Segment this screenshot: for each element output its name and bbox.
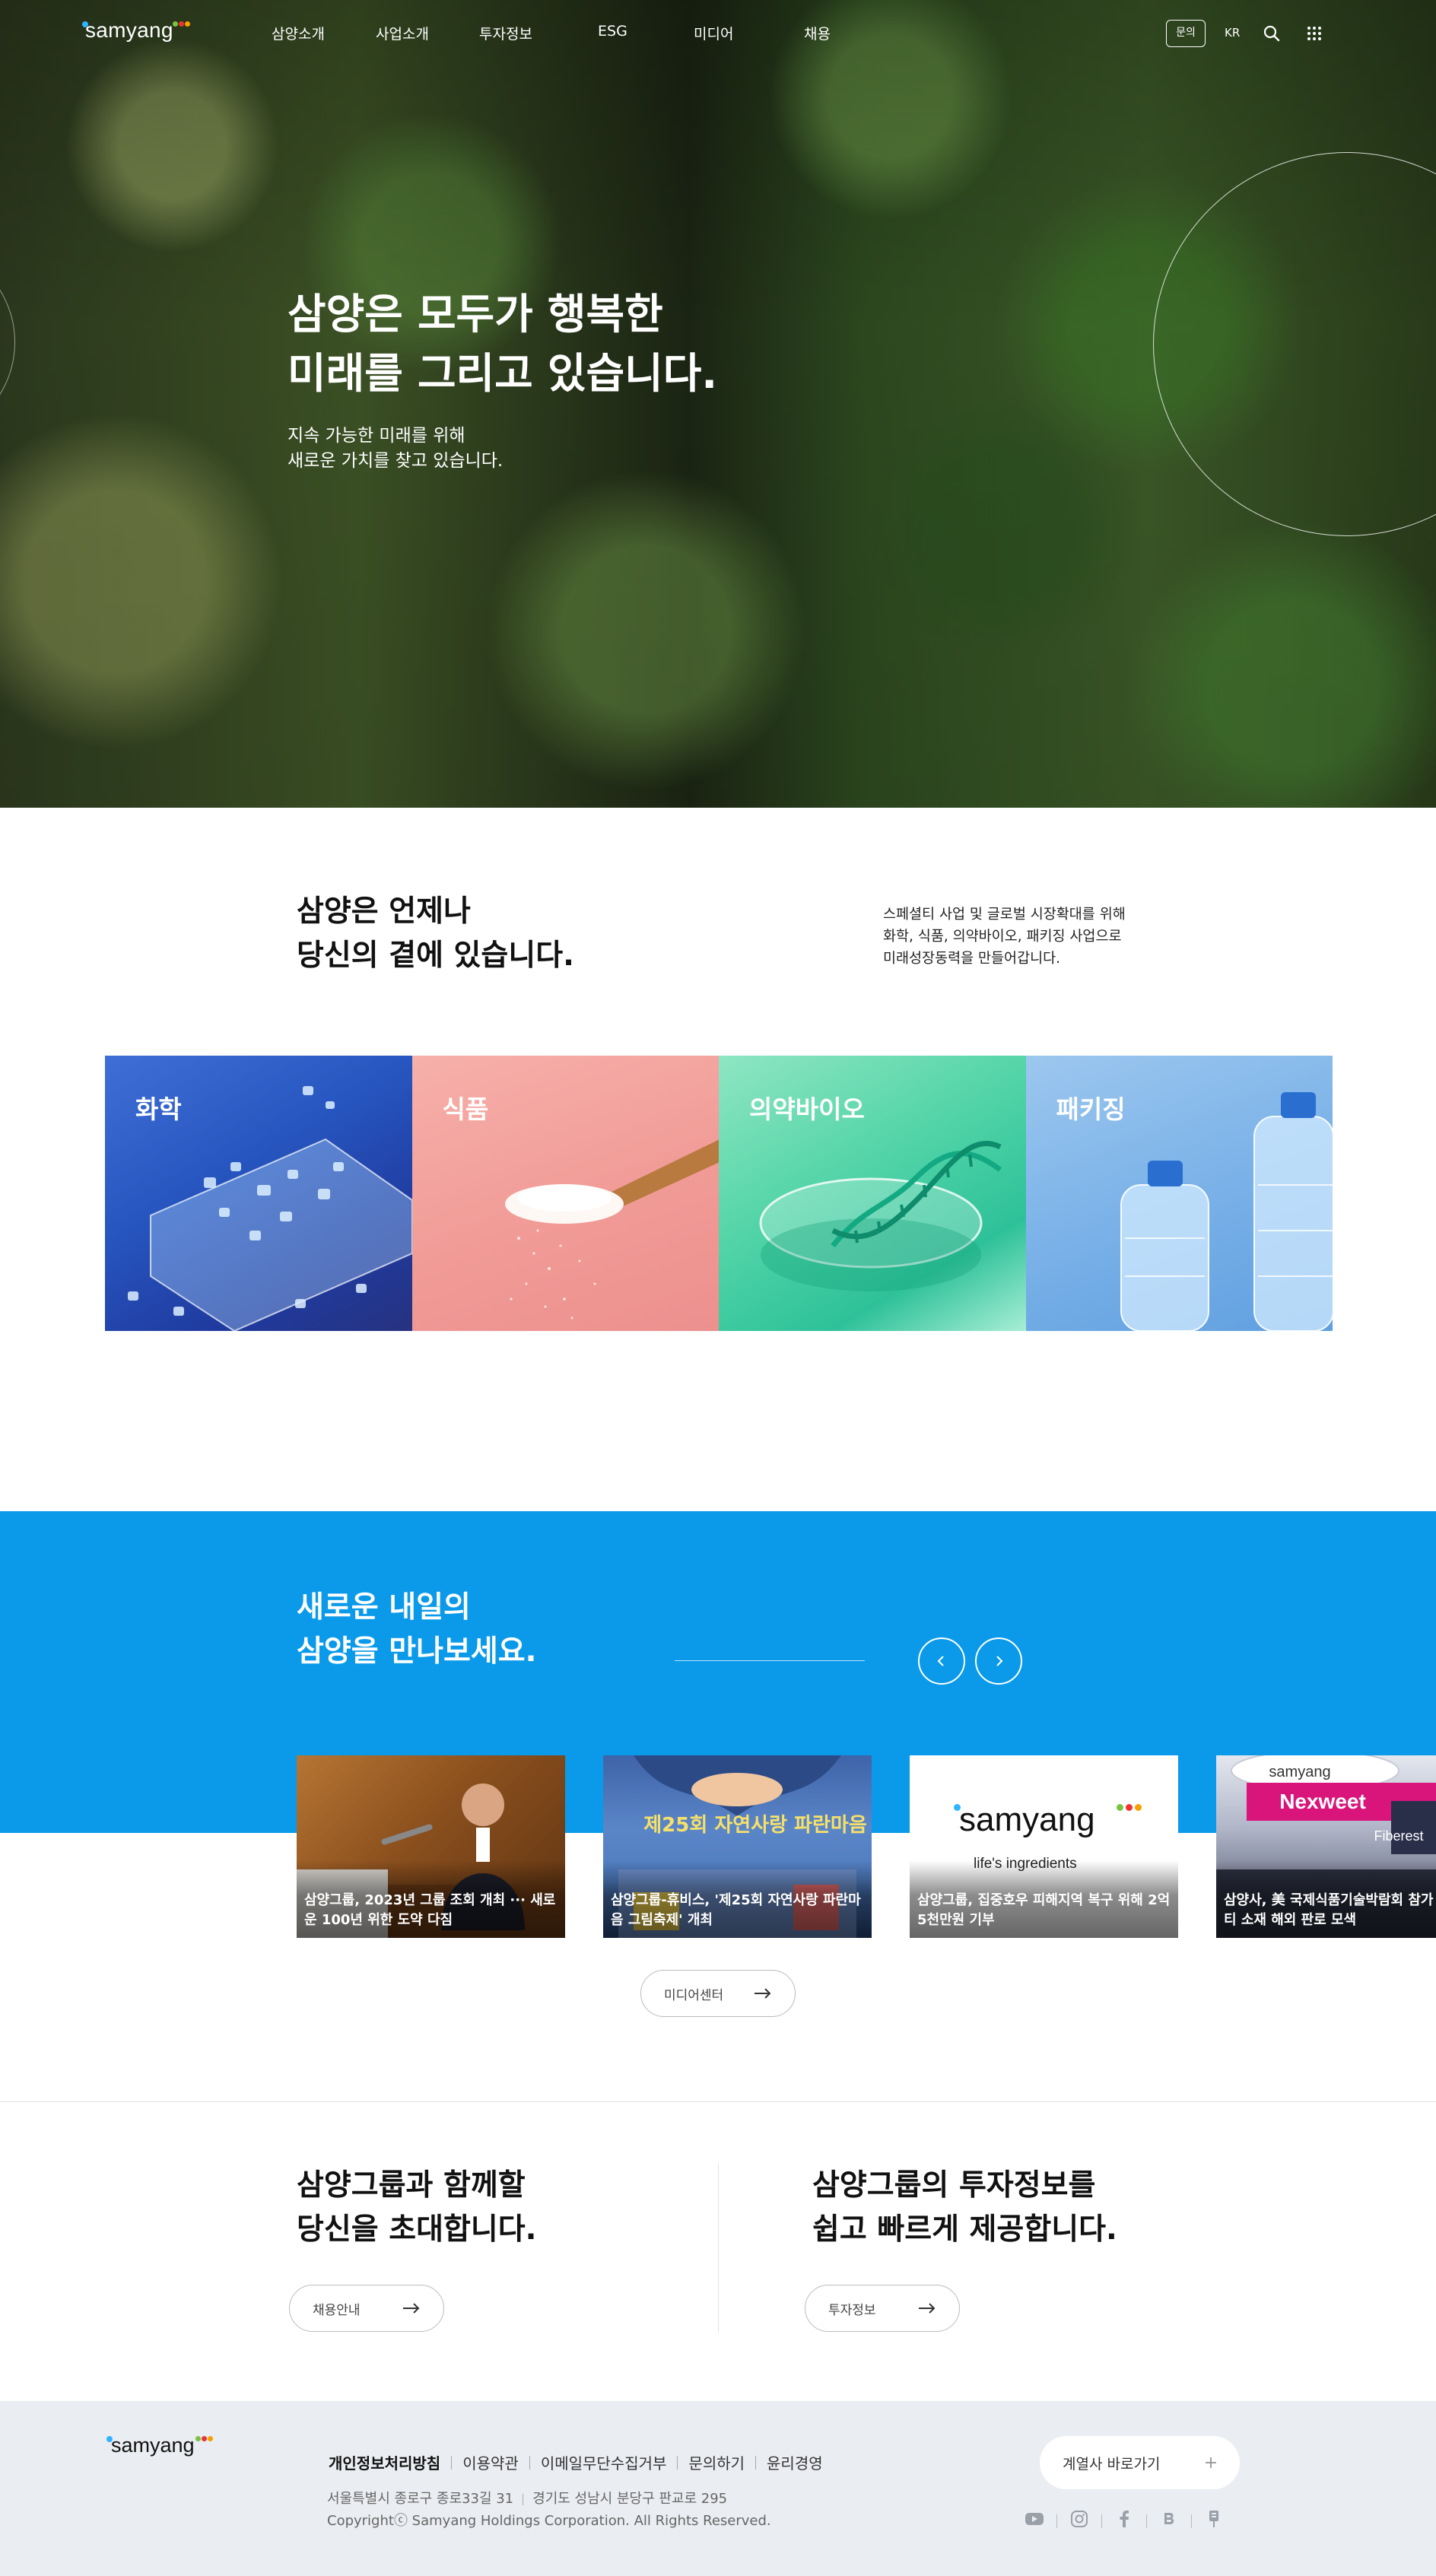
nav-item-investor[interactable]: 투자정보 [479, 23, 532, 43]
section-divider [0, 2101, 1436, 2102]
logo-dot-icon [1117, 1804, 1123, 1811]
inquiry-button[interactable]: 문의 [1166, 20, 1206, 47]
footer-address: 서울특별시 종로구 종로33길 31 경기도 성남시 분당구 판교로 295 Co… [327, 2488, 771, 2532]
divider [1101, 2514, 1102, 2528]
blog-icon[interactable] [1158, 2511, 1180, 2530]
samyang-logo[interactable]: samyang [82, 18, 190, 43]
instagram-icon[interactable] [1068, 2510, 1091, 2532]
logo-dot-icon [106, 2436, 113, 2442]
booth-brand-text: Nexweet [1279, 1790, 1366, 1813]
divider [1191, 2514, 1192, 2528]
arrow-right-icon [755, 1988, 771, 1999]
copyright: Copyrightⓒ Samyang Holdings Corporation.… [327, 2513, 771, 2529]
logo-dot-icon [1126, 1804, 1133, 1811]
booth-product-text: Fiberest [1374, 1828, 1423, 1844]
about-title: 삼양은 언제나 당신의 곁에 있습니다. [297, 894, 574, 973]
search-icon[interactable] [1263, 24, 1281, 46]
business-card-label: 패키징 [1056, 1094, 1126, 1124]
nav-item-careers[interactable]: 채용 [804, 23, 831, 43]
logo-dot-icon [207, 2436, 213, 2441]
chevron-right-icon [996, 1656, 1003, 1666]
divider [755, 2455, 757, 2470]
footer-links: 개인정보처리방침 이용약관 이메일무단수집거부 문의하기 윤리경영 [329, 2451, 823, 2473]
business-card-label: 식품 [442, 1094, 489, 1124]
business-card-food[interactable]: 식품 [411, 1056, 719, 1331]
post-icon[interactable] [1202, 2510, 1225, 2532]
social-links [1023, 2510, 1225, 2532]
global-nav: samyang 삼양소개 사업소개 투자정보 ESG 미디어 채용 문의 KR [0, 0, 1436, 68]
news-card[interactable]: 제25회 자연사랑 파란마음 삼양그룹-휴비스, '제25회 자연사랑 파란마음… [603, 1755, 872, 1938]
about-description: 스페셜티 사업 및 글로벌 시장확대를 위해 화학, 식품, 의약바이오, 패키… [883, 907, 1126, 967]
hero-subtitle: 지속 가능한 미래를 위해 새로운 가치를 찾고 있습니다. [288, 426, 504, 471]
arrow-right-icon [919, 2303, 936, 2314]
divider [529, 2455, 530, 2470]
grid-menu-icon[interactable] [1305, 24, 1323, 46]
ir-button[interactable]: 투자정보 [805, 2285, 960, 2332]
hero-section: samyang 삼양소개 사업소개 투자정보 ESG 미디어 채용 문의 KR … [0, 0, 1436, 808]
language-selector[interactable]: KR [1225, 26, 1240, 40]
logo-dot-icon [195, 2436, 201, 2441]
business-card-label: 화학 [135, 1094, 182, 1124]
logo-dot-icon [1135, 1804, 1142, 1811]
news-caption: 삼양그룹, 집중호우 피해지역 복구 위해 2억5천만원 기부 [910, 1860, 1178, 1938]
hero-title: 삼양은 모두가 행복한 미래를 그리고 있습니다. [288, 290, 718, 398]
nav-item-esg[interactable]: ESG [598, 23, 627, 40]
footer-link-contact[interactable]: 문의하기 [688, 2451, 745, 2473]
logo-dot-icon [184, 21, 190, 27]
recruit-button[interactable]: 채용안내 [289, 2285, 444, 2332]
footer-logo[interactable]: samyang [106, 2434, 213, 2457]
logo-dot-icon [82, 21, 88, 27]
news-caption: 삼양그룹-휴비스, '제25회 자연사랑 파란마음 그림축제' 개최 [603, 1860, 872, 1938]
business-card-bio[interactable]: 의약바이오 [719, 1056, 1026, 1331]
ir-title: 삼양그룹의 투자정보를 쉽고 빠르게 제공합니다. [812, 2168, 1117, 2247]
news-caption: 삼양사, 美 국제식품기술박람회 참가 스페셜티 소재 해외 판로 모색 [1216, 1860, 1436, 1938]
logo-dot-icon [201, 2436, 207, 2441]
business-cards: 화학 식품 의약바이오 패키징 [105, 1056, 1333, 1331]
booth-logo-text: samyang [1269, 1764, 1330, 1780]
column-divider [718, 2164, 719, 2333]
facebook-icon[interactable] [1113, 2511, 1136, 2531]
carousel-next-button[interactable] [975, 1637, 1022, 1685]
footer-link-ethics[interactable]: 윤리경영 [767, 2451, 823, 2473]
poster-number-text: 제25회 자연사랑 파란마음 [643, 1814, 867, 1837]
plus-icon [1206, 2457, 1216, 2468]
chevron-left-icon [937, 1656, 944, 1666]
news-card[interactable]: 삼양그룹, 2023년 그룹 조회 개최 ··· 새로운 100년 위한 도약 … [297, 1755, 565, 1938]
nav-item-about[interactable]: 삼양소개 [272, 23, 325, 43]
carousel-prev-button[interactable] [918, 1637, 965, 1685]
samyang-logo-image: samyang [959, 1801, 1095, 1838]
business-card-chemical[interactable]: 화학 [105, 1056, 412, 1331]
media-progress-line [675, 1660, 865, 1661]
business-card-label: 의약바이오 [749, 1094, 865, 1124]
divider [677, 2455, 678, 2470]
footer-link-privacy[interactable]: 개인정보처리방침 [329, 2451, 440, 2473]
divider [451, 2455, 453, 2470]
footer-link-terms[interactable]: 이용약관 [462, 2451, 519, 2473]
news-caption: 삼양그룹, 2023년 그룹 조회 개최 ··· 새로운 100년 위한 도약 … [297, 1860, 565, 1938]
logo-dot-icon [172, 21, 178, 27]
nav-item-business[interactable]: 사업소개 [376, 23, 429, 43]
media-center-button[interactable]: 미디어센터 [640, 1970, 796, 2017]
news-card[interactable]: samyang Nexweet Fiberest 삼양사, 美 국제식품기술박람… [1216, 1755, 1436, 1938]
logo-dot-icon [954, 1804, 961, 1811]
family-site-selector[interactable]: 계열사 바로가기 [1040, 2436, 1240, 2489]
logo-dot-icon [178, 21, 184, 27]
recruit-title: 삼양그룹과 함께할 당신을 초대합니다. [297, 2168, 537, 2247]
nav-item-media[interactable]: 미디어 [694, 23, 733, 43]
media-title: 새로운 내일의 삼양을 만나보세요. [297, 1590, 537, 1669]
business-card-packaging[interactable]: 패키징 [1025, 1056, 1333, 1331]
youtube-icon[interactable] [1023, 2511, 1046, 2530]
arrow-right-icon [403, 2303, 420, 2314]
divider [1146, 2514, 1147, 2528]
footer-link-email-policy[interactable]: 이메일무단수집거부 [541, 2451, 667, 2473]
divider [1056, 2514, 1057, 2528]
news-card[interactable]: samyang life's ingredients 삼양그룹, 집중호우 피해… [910, 1755, 1178, 1938]
